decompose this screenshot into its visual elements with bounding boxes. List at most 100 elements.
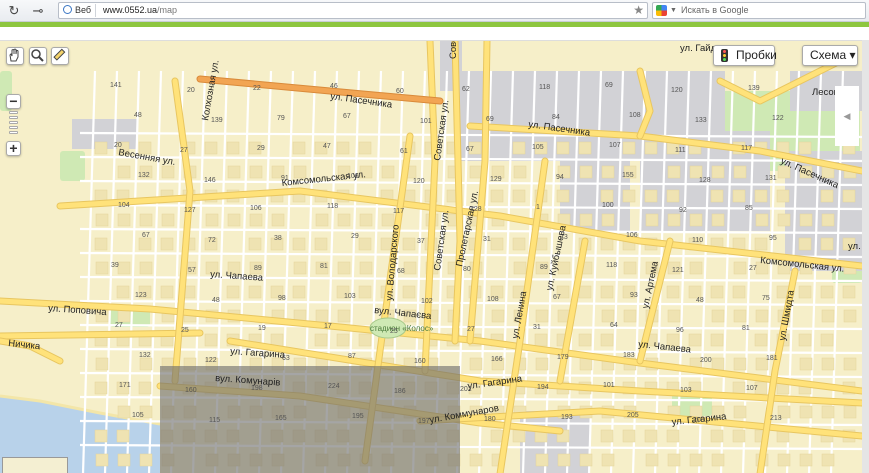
house-block xyxy=(535,357,549,371)
house-block xyxy=(755,309,769,323)
house-block xyxy=(798,141,812,155)
house-block xyxy=(732,381,746,395)
house-number: 27 xyxy=(749,265,757,272)
house-number: 133 xyxy=(695,117,707,124)
house-block xyxy=(820,189,834,203)
house-block xyxy=(95,261,109,275)
house-number: 72 xyxy=(208,237,216,244)
house-block xyxy=(469,357,483,371)
ruler-tool-button[interactable] xyxy=(51,47,69,65)
house-block xyxy=(600,429,614,443)
map-type-label: Схема ▾ xyxy=(810,48,856,62)
house-block xyxy=(490,189,504,203)
house-block xyxy=(843,357,857,371)
zoom-slider[interactable] xyxy=(9,111,18,139)
house-block xyxy=(94,141,108,155)
house-block xyxy=(95,213,109,227)
house-block xyxy=(667,453,681,467)
map-svg[interactable]: ул. Пасечникаул. Пасечникаул. Пасечникау… xyxy=(0,41,862,473)
key-icon[interactable]: ⊸ xyxy=(28,2,48,19)
search-box[interactable]: ▼ Искать в Google xyxy=(652,2,866,19)
house-number: 29 xyxy=(351,233,359,240)
house-number: 108 xyxy=(629,112,641,119)
page-top-bar xyxy=(0,22,869,27)
house-number: 101 xyxy=(420,118,432,125)
house-block xyxy=(358,141,372,155)
house-number: 20 xyxy=(187,87,195,94)
house-block xyxy=(534,333,548,347)
magnifier-tool-button[interactable] xyxy=(29,47,47,65)
house-number: 122 xyxy=(772,115,784,122)
address-bar[interactable]: Веб www.0552.ua/map ★ xyxy=(58,2,648,19)
house-number: 84 xyxy=(552,114,560,121)
map-type-select[interactable]: Схема ▾ xyxy=(802,45,858,66)
house-block xyxy=(799,453,813,467)
house-block xyxy=(161,165,175,179)
zoom-out-button[interactable]: − xyxy=(6,94,21,109)
house-block xyxy=(336,141,350,155)
house-block xyxy=(116,285,130,299)
traffic-button[interactable]: Пробки xyxy=(713,45,777,66)
chevron-down-icon[interactable]: ▼ xyxy=(670,3,677,18)
house-number: 155 xyxy=(622,172,634,179)
url-path: /map xyxy=(157,5,178,15)
house-block xyxy=(821,213,835,227)
house-block xyxy=(359,261,373,275)
google-icon[interactable] xyxy=(656,5,667,16)
house-block xyxy=(667,309,681,323)
house-block xyxy=(94,429,108,443)
house-number: 101 xyxy=(603,382,615,389)
reload-icon[interactable]: ↻ xyxy=(4,2,24,19)
house-block xyxy=(710,333,724,347)
highlighted-area[interactable] xyxy=(160,366,460,473)
traffic-light-icon xyxy=(721,49,728,62)
house-block xyxy=(820,333,834,347)
industrial-area xyxy=(520,411,590,473)
house-block xyxy=(204,333,218,347)
house-block xyxy=(557,453,571,467)
house-block xyxy=(94,237,108,251)
hand-tool-button[interactable] xyxy=(6,47,24,65)
globe-icon xyxy=(63,5,72,14)
house-number: 139 xyxy=(211,117,223,124)
house-number: 200 xyxy=(700,357,712,364)
house-block xyxy=(821,405,835,419)
house-block xyxy=(139,213,153,227)
house-block xyxy=(117,405,131,419)
house-block xyxy=(799,357,813,371)
house-block xyxy=(710,285,724,299)
hand-icon xyxy=(9,48,19,62)
park-area xyxy=(60,151,85,181)
house-block xyxy=(821,309,835,323)
house-block xyxy=(623,309,637,323)
house-block xyxy=(381,213,395,227)
house-number: 25 xyxy=(390,328,398,335)
map-canvas[interactable]: ул. Пасечника ул. Пасечника ул. Пасечника у… xyxy=(0,40,862,473)
house-number: 202 xyxy=(460,386,472,393)
side-panel-toggle[interactable]: ◀ xyxy=(835,86,859,146)
house-number: 117 xyxy=(393,208,404,215)
house-number: 79 xyxy=(277,115,285,122)
url-text[interactable]: www.0552.ua/map xyxy=(103,3,177,18)
house-number: 103 xyxy=(344,293,356,300)
house-block xyxy=(733,357,747,371)
house-number: 127 xyxy=(184,207,196,214)
house-block xyxy=(204,141,218,155)
house-block xyxy=(469,453,483,467)
house-number: 197 xyxy=(418,418,430,425)
house-number: 75 xyxy=(762,295,770,302)
star-icon[interactable]: ★ xyxy=(633,3,644,18)
house-number: 38 xyxy=(274,235,282,242)
house-number: 69 xyxy=(605,82,613,89)
zoom-in-button[interactable]: + xyxy=(6,141,21,156)
house-number: 19 xyxy=(258,325,266,332)
house-number: 107 xyxy=(746,385,758,392)
house-number: 160 xyxy=(185,387,197,394)
house-number: 104 xyxy=(118,202,130,209)
house-number: 48 xyxy=(134,112,142,119)
house-block xyxy=(249,165,263,179)
house-block xyxy=(578,285,592,299)
site-chip[interactable]: Веб xyxy=(61,4,97,17)
minimap[interactable] xyxy=(2,457,68,473)
house-number: 194 xyxy=(537,384,549,391)
